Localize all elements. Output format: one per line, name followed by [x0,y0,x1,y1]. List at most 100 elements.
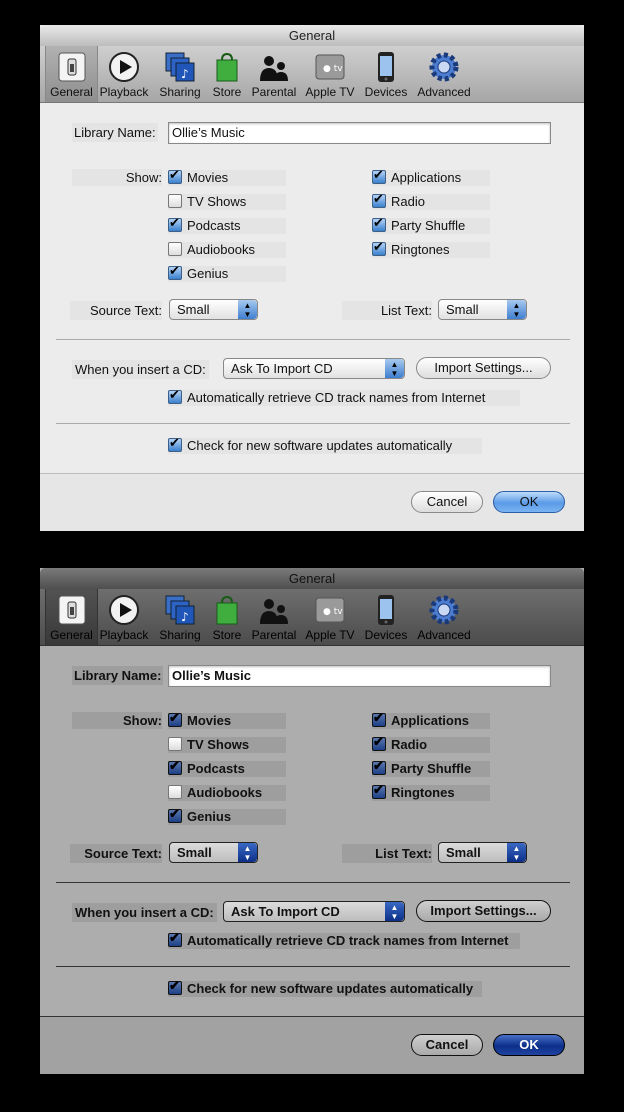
party-shuffle-checkbox[interactable]: Party Shuffle [372,758,490,777]
tab-store[interactable]: Store [207,589,247,645]
preferences-window-normal: General General Playback ♪ Sharing Store… [40,25,584,531]
source-text-select[interactable]: Small ▲ ▼ [169,299,258,320]
tv-shows-check [168,737,182,751]
list-text-label: List Text: [342,844,432,863]
audiobooks-checkbox[interactable]: Audiobooks [168,242,286,258]
tab-general[interactable]: General [45,46,98,102]
applications-checkbox[interactable]: Applications [372,167,490,186]
auto-retrieve-check [168,930,182,947]
tab-advanced[interactable]: Advanced [413,46,475,102]
applications-check [372,167,386,184]
auto-retrieve-checkbox[interactable]: Automatically retrieve CD track names fr… [168,930,520,949]
source-text-select[interactable]: Small ▲ ▼ [169,842,258,863]
svg-text:♪: ♪ [181,610,189,624]
radio-label: Radio [391,194,425,209]
iphone-icon [378,52,394,82]
software-updates-checkbox[interactable]: Check for new software updates automatic… [168,978,482,997]
movies-label: Movies [187,170,229,185]
tab-playback[interactable]: Playback [98,589,150,645]
list-text-select[interactable]: Small ▲ ▼ [438,842,527,863]
ok-button[interactable]: OK [493,491,565,513]
library-name-field[interactable]: Ollie’s Music [168,665,551,687]
tab-apple-tv[interactable]: ● tv Apple TV [302,46,358,102]
ringtones-checkbox[interactable]: Ringtones [372,782,490,801]
store-bag-icon [216,595,238,625]
store-bag-icon [216,52,238,82]
insert-cd-arrows-icon: ▲ ▼ [385,902,404,921]
radio-check [372,191,386,208]
tv-shows-checkbox[interactable]: TV Shows [168,194,286,210]
radio-checkbox[interactable]: Radio [372,734,490,753]
ok-button[interactable]: OK [493,1034,565,1056]
tv-shows-label: TV Shows [187,194,247,209]
insert-cd-select[interactable]: Ask To Import CD ▲ ▼ [223,358,405,379]
tab-playback-label: Playback [99,628,149,642]
genius-label: Genius [187,809,232,824]
podcasts-check [168,215,182,232]
tab-parental-label: Parental [251,628,297,642]
software-updates-label: Check for new software updates automatic… [187,438,453,453]
insert-cd-label: When you insert a CD: [72,903,217,922]
ringtones-checkbox[interactable]: Ringtones [372,239,490,258]
cancel-button[interactable]: Cancel [411,491,483,513]
tab-sharing[interactable]: ♪ Sharing [154,589,206,645]
gear-icon [429,52,459,82]
cancel-button[interactable]: Cancel [411,1034,483,1056]
movies-check [168,167,182,184]
auto-retrieve-check [168,387,182,404]
tab-devices[interactable]: Devices [362,46,410,102]
tab-parental[interactable]: Parental [249,46,299,102]
insert-cd-select[interactable]: Ask To Import CD ▲ ▼ [223,901,405,922]
movies-checkbox[interactable]: Movies [168,167,286,186]
tab-apple-tv[interactable]: ● tv Apple TV [302,589,358,645]
import-settings-button[interactable]: Import Settings... [416,900,551,922]
tv-shows-checkbox[interactable]: TV Shows [168,737,286,753]
import-settings-button[interactable]: Import Settings... [416,357,551,379]
tab-sharing-label: Sharing [159,628,201,642]
podcasts-checkbox[interactable]: Podcasts [168,758,286,777]
auto-retrieve-checkbox[interactable]: Automatically retrieve CD track names fr… [168,387,520,406]
genius-check [168,806,182,823]
tab-devices[interactable]: Devices [362,589,410,645]
source-text-label: Source Text: [70,844,162,863]
source-text-label: Source Text: [70,301,162,320]
audiobooks-checkbox[interactable]: Audiobooks [168,785,286,801]
genius-checkbox[interactable]: Genius [168,263,286,282]
podcasts-label: Podcasts [187,218,241,233]
list-text-select[interactable]: Small ▲ ▼ [438,299,527,320]
insert-cd-label: When you insert a CD: [72,360,209,379]
preferences-window-highlighted: General General Playback ♪ Sharing Store… [40,568,584,1074]
apple-tv-icon: ● tv [315,54,345,80]
button-bar: Cancel OK [40,473,584,531]
show-label: Show: [72,169,162,186]
applications-checkbox[interactable]: Applications [372,710,490,729]
party-shuffle-checkbox[interactable]: Party Shuffle [372,215,490,234]
tab-devices-label: Devices [364,85,408,99]
movies-checkbox[interactable]: Movies [168,710,286,729]
software-updates-checkbox[interactable]: Check for new software updates automatic… [168,435,482,454]
tab-playback[interactable]: Playback [98,46,150,102]
tab-advanced[interactable]: Advanced [413,589,475,645]
window-title: General [40,25,584,46]
genius-checkbox[interactable]: Genius [168,806,286,825]
library-name-field[interactable]: Ollie’s Music [168,122,551,144]
preferences-toolbar: General Playback ♪ Sharing Store Parenta… [40,589,584,646]
radio-checkbox[interactable]: Radio [372,191,490,210]
svg-text:● tv: ● tv [323,64,343,74]
party-shuffle-label: Party Shuffle [391,218,466,233]
source-text-value: Small [177,845,212,860]
tab-general[interactable]: General [45,589,98,645]
tab-store[interactable]: Store [207,46,247,102]
party-shuffle-check [372,215,386,232]
preferences-toolbar: General Playback ♪ Sharing Store Parenta… [40,46,584,103]
podcasts-checkbox[interactable]: Podcasts [168,215,286,234]
software-updates-label: Check for new software updates automatic… [187,981,474,996]
svg-text:● tv: ● tv [323,607,343,617]
list-text-label: List Text: [342,301,432,320]
movies-check [168,710,182,727]
tab-sharing[interactable]: ♪ Sharing [154,46,206,102]
tv-shows-label: TV Shows [187,737,250,752]
tab-parental[interactable]: Parental [249,589,299,645]
source-text-arrows-icon: ▲ ▼ [238,843,257,862]
tab-advanced-label: Advanced [417,85,471,99]
